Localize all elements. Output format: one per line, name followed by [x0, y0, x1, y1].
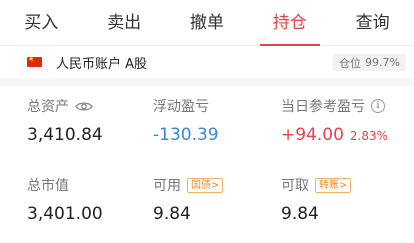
available-label: 可用: [153, 178, 181, 194]
available-cell: 可用 国债> 9.84: [153, 175, 224, 224]
floating-pl-value: -130.39: [153, 125, 219, 145]
today-pl-label: 当日参考盈亏: [281, 99, 365, 115]
floating-pl-cell: 浮动盈亏 -130.39: [153, 96, 219, 145]
today-pl-value: +94.00: [281, 125, 344, 145]
tab-buy[interactable]: 买入: [0, 0, 83, 45]
tab-cancel-order[interactable]: 撤单: [166, 0, 249, 45]
treasury-bond-link[interactable]: 国债>: [187, 177, 224, 193]
available-value: 9.84: [153, 204, 191, 224]
info-icon[interactable]: i: [371, 99, 385, 113]
tab-query[interactable]: 查询: [331, 0, 414, 45]
section-divider: [0, 78, 414, 86]
market-value-value: 3,401.00: [27, 204, 103, 224]
today-pl-row: +94.00 2.83%: [281, 125, 388, 145]
total-assets-cell: 总资产 3,410.84: [27, 96, 103, 145]
eye-icon[interactable]: [75, 101, 93, 112]
today-pl-percent: 2.83%: [349, 129, 389, 143]
withdrawable-cell: 可取 转账> 9.84: [281, 175, 352, 224]
position-ratio-badge: 仓位 99.7%: [333, 54, 406, 71]
tab-bar: 买入 卖出 撤单 持仓 查询: [0, 0, 414, 46]
total-assets-value: 3,410.84: [27, 125, 103, 145]
account-row[interactable]: 人民币账户 A股 仓位 99.7%: [0, 46, 414, 78]
transfer-link[interactable]: 转账>: [315, 177, 352, 193]
trading-app: 买入 卖出 撤单 持仓 查询 人民币账户 A股 仓位 99.7% 总资产 3,4…: [0, 0, 414, 243]
china-flag-icon: [27, 54, 42, 67]
position-value: 99.7%: [365, 56, 400, 69]
withdrawable-label: 可取: [281, 178, 309, 194]
total-assets-label: 总资产: [27, 99, 69, 115]
market-value-cell: 总市值 3,401.00: [27, 175, 103, 224]
tab-sell[interactable]: 卖出: [83, 0, 166, 45]
withdrawable-value: 9.84: [281, 204, 319, 224]
floating-pl-label: 浮动盈亏: [153, 99, 209, 115]
market-value-label: 总市值: [27, 178, 69, 194]
tab-holdings[interactable]: 持仓: [248, 0, 331, 46]
today-pl-cell: 当日参考盈亏 i +94.00 2.83%: [281, 96, 388, 145]
account-name: 人民币账户 A股: [56, 57, 148, 72]
position-label: 仓位: [339, 56, 362, 70]
